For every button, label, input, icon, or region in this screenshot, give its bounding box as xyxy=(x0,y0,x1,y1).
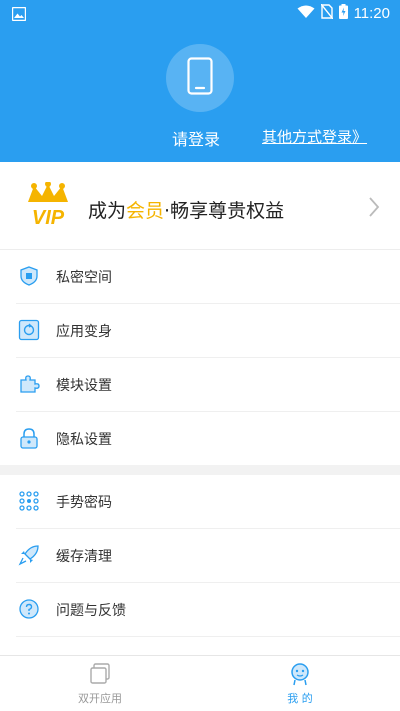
no-sim-icon xyxy=(320,3,334,23)
tab-dual-apps[interactable]: 双开应用 xyxy=(0,656,200,711)
menu-item-gesture-password[interactable]: 手势密码 xyxy=(0,475,400,529)
menu-item-label: 缓存清理 xyxy=(56,549,112,565)
tab-label: 双开应用 xyxy=(78,692,122,705)
menu-item-label: 模块设置 xyxy=(56,378,112,394)
battery-charging-icon xyxy=(338,4,348,23)
vip-highlight: 会员 xyxy=(126,200,165,222)
menu-item-app-disguise[interactable]: 应用变身 xyxy=(0,304,400,358)
menu-item-module-settings[interactable]: 模块设置 xyxy=(0,358,400,412)
menu-item-label: 私密空间 xyxy=(56,270,112,286)
login-link[interactable]: 请登录 xyxy=(172,126,220,150)
app-disguise-icon xyxy=(18,319,40,341)
vip-badge-text: VIP xyxy=(32,207,65,228)
vip-promo-text: 成为会员·畅享尊贵权益 xyxy=(88,196,284,223)
vip-prefix: 成为 xyxy=(88,200,127,222)
rocket-icon xyxy=(18,544,40,566)
menu-item-label: 问题与反馈 xyxy=(56,603,126,619)
menu-item-cache-clean[interactable]: 缓存清理 xyxy=(0,529,400,583)
vip-crown-icon: VIP xyxy=(22,181,74,232)
puzzle-icon xyxy=(18,373,40,395)
lock-icon xyxy=(18,427,40,449)
menu-item-feedback[interactable]: 问题与反馈 xyxy=(0,583,400,637)
user-face-icon xyxy=(288,662,312,686)
menu-item-label: 隐私设置 xyxy=(56,432,112,448)
vip-suffix: ·畅享尊贵权益 xyxy=(164,200,285,222)
image-notification-icon xyxy=(11,6,27,25)
other-login-link[interactable]: 其他方式登录》 xyxy=(262,126,367,147)
vip-banner[interactable]: VIP 成为会员·畅享尊贵权益 xyxy=(0,162,400,250)
section-gap xyxy=(0,465,400,475)
tab-label: 我 的 xyxy=(287,692,313,705)
chevron-right-icon xyxy=(368,196,380,222)
profile-page: 11:20 请登录 其他方式登录》 VIP 成为会员·畅享尊贵权益 私密空间 应… xyxy=(0,0,400,711)
gesture-icon xyxy=(18,490,40,512)
menu-item-label: 手势密码 xyxy=(56,495,112,511)
avatar[interactable] xyxy=(166,44,234,112)
menu-item-label: 应用变身 xyxy=(56,324,112,340)
wifi-icon xyxy=(297,4,315,23)
phone-icon xyxy=(187,57,213,99)
menu-item-privacy-settings[interactable]: 隐私设置 xyxy=(0,412,400,466)
status-time: 11:20 xyxy=(353,5,390,22)
dual-apps-icon xyxy=(88,662,112,686)
bottom-navigation: 双开应用 我 的 xyxy=(0,655,400,711)
menu-item-private-space[interactable]: 私密空间 xyxy=(0,250,400,304)
status-bar: 11:20 xyxy=(0,0,400,28)
private-space-icon xyxy=(18,265,40,287)
tab-mine[interactable]: 我 的 xyxy=(200,656,400,711)
feedback-icon xyxy=(18,598,40,620)
profile-header: 11:20 请登录 其他方式登录》 xyxy=(0,0,400,162)
divider xyxy=(16,636,400,637)
